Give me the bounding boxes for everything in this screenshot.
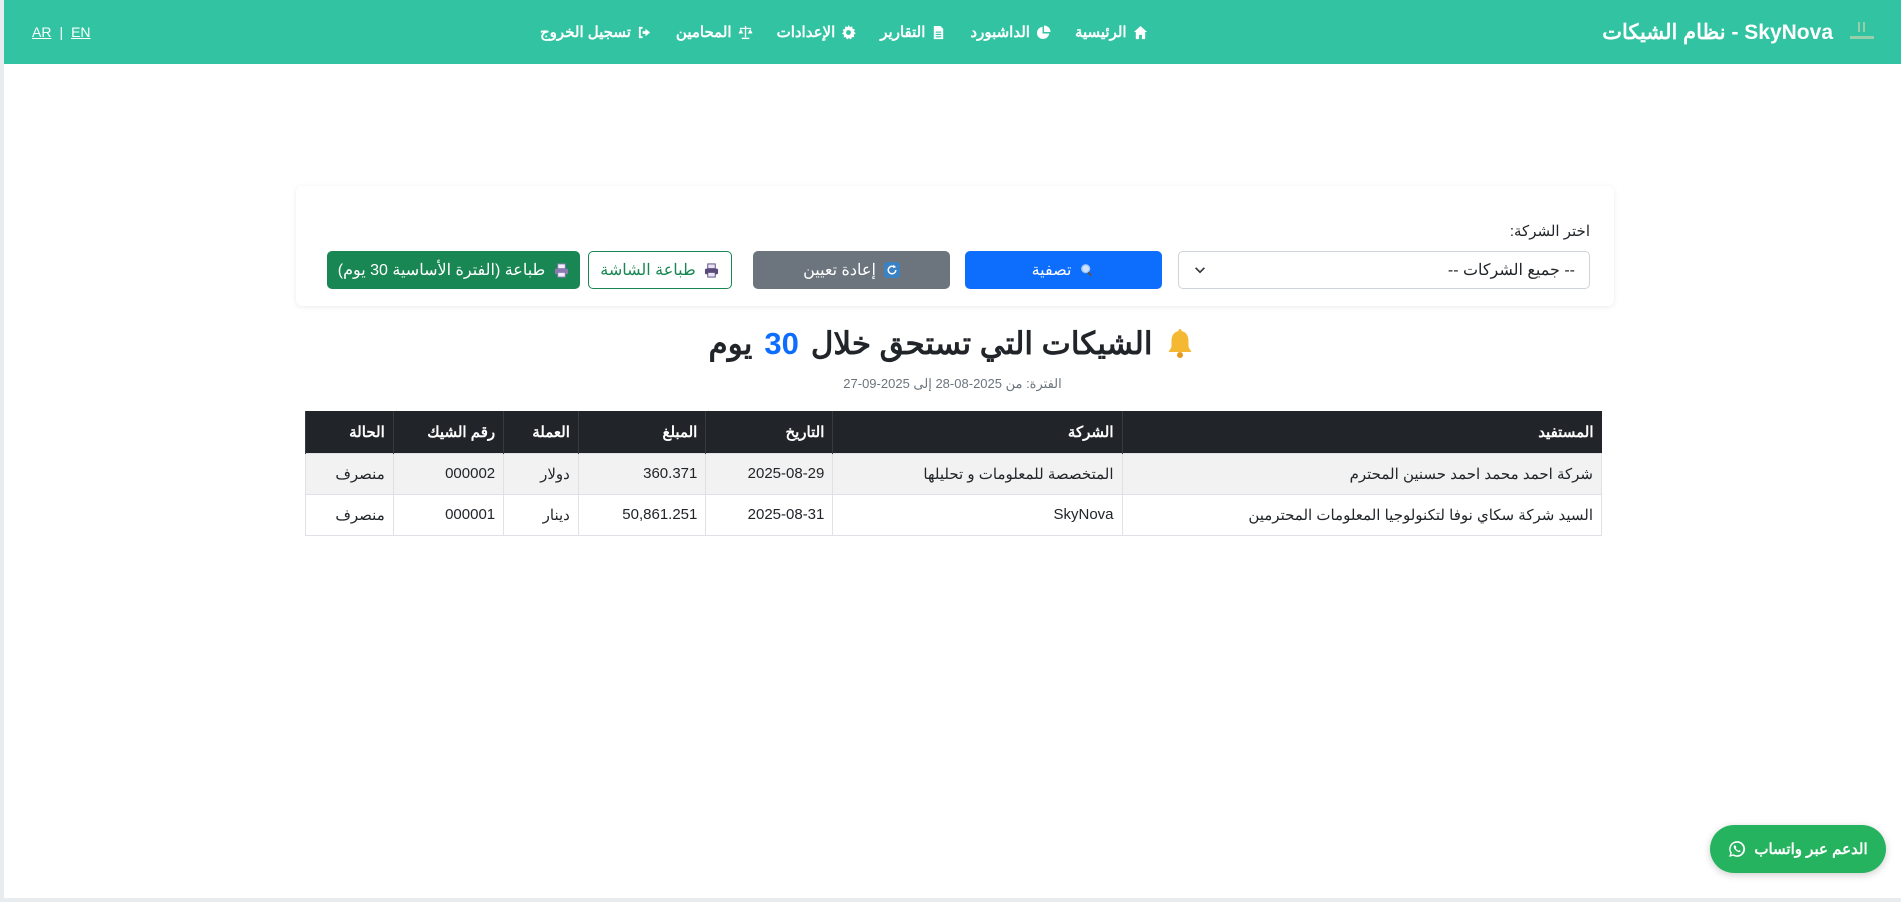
cell-status: منصرف bbox=[305, 452, 394, 495]
pie-chart-icon bbox=[1036, 24, 1051, 39]
header-company: الشركة bbox=[832, 411, 1123, 453]
print-screen-label: طباعة الشاشة bbox=[600, 262, 696, 279]
cell-company: SkyNova bbox=[832, 493, 1123, 536]
print-base-label: طباعة (الفترة الأساسية 30 يوم) bbox=[337, 262, 546, 279]
cell-date: 2025-08-31 bbox=[705, 493, 834, 536]
cell-amount: 360.371 bbox=[577, 452, 707, 495]
home-icon bbox=[1133, 25, 1147, 39]
brand-logo-icon bbox=[1845, 17, 1879, 47]
header-amount: المبلغ bbox=[577, 411, 706, 453]
cell-beneficiary: السيد شركة سكاي نوفا لتكنولوجيا المعلوما… bbox=[1121, 493, 1603, 536]
nav-home[interactable]: الرئيسية bbox=[1075, 23, 1148, 41]
company-select[interactable]: -- جميع الشركات -- bbox=[1178, 251, 1590, 289]
whatsapp-support-label: الدعم عبر واتساب bbox=[1754, 841, 1868, 858]
table-row[interactable]: شركة احمد محمد احمد حسنين المحترم المتخص… bbox=[305, 452, 1603, 495]
header-beneficiary: المستفيد bbox=[1121, 411, 1602, 453]
checks-table-wrapper: المستفيد الشركة التاريخ المبلغ العملة رق… bbox=[305, 411, 1603, 536]
table-row[interactable]: السيد شركة سكاي نوفا لتكنولوجيا المعلوما… bbox=[305, 493, 1603, 536]
filter-button[interactable]: تصفية bbox=[965, 251, 1162, 289]
whatsapp-icon bbox=[1729, 841, 1746, 857]
header-check-number: رقم الشيك bbox=[392, 411, 504, 453]
nav-settings[interactable]: الإعدادات bbox=[777, 23, 857, 41]
lang-ar-link[interactable]: AR bbox=[32, 24, 51, 40]
nav-settings-label: الإعدادات bbox=[776, 24, 836, 41]
table-header-row: المستفيد الشركة التاريخ المبلغ العملة رق… bbox=[305, 411, 1602, 453]
header-status: الحالة bbox=[305, 411, 394, 453]
header-currency: العملة bbox=[503, 411, 579, 453]
cell-currency: دولار bbox=[503, 452, 579, 495]
brand[interactable]: SkyNova - نظام الشيكات bbox=[1602, 0, 1879, 64]
filter-button-label: تصفية bbox=[1031, 262, 1072, 279]
logout-icon bbox=[638, 26, 651, 38]
cell-amount: 50,861.251 bbox=[577, 493, 707, 536]
cell-check-number: 000001 bbox=[392, 493, 505, 536]
print-screen-button[interactable]: طباعة الشاشة bbox=[588, 251, 732, 289]
cell-currency: دينار bbox=[503, 493, 579, 536]
top-navbar: SkyNova - نظام الشيكات الرئيسية الداشبور… bbox=[4, 0, 1901, 64]
lang-en-link[interactable]: EN bbox=[71, 24, 90, 40]
refresh-icon bbox=[883, 262, 900, 278]
cell-company: المتخصصة للمعلومات و تحليلها bbox=[832, 452, 1123, 495]
nav-reports-label: التقارير bbox=[880, 24, 926, 41]
brand-title: SkyNova - نظام الشيكات bbox=[1602, 20, 1833, 44]
cell-status: منصرف bbox=[305, 493, 394, 536]
language-switcher: AR | EN bbox=[32, 0, 91, 64]
reset-button-label: إعادة تعيين bbox=[803, 262, 876, 279]
title-prefix: الشيكات التي تستحق خلال bbox=[810, 326, 1153, 361]
nav-dashboard-label: الداشبورد bbox=[970, 24, 1030, 41]
title-days: 30 bbox=[764, 326, 799, 361]
nav-logout-label: تسجيل الخروج bbox=[540, 24, 631, 41]
page-title: الشيكات التي تستحق خلال 30 يوم bbox=[4, 326, 1901, 362]
cell-date: 2025-08-29 bbox=[705, 452, 834, 495]
bell-icon bbox=[1168, 329, 1192, 358]
company-label: اختر الشركة: bbox=[1509, 223, 1590, 240]
checks-table: المستفيد الشركة التاريخ المبلغ العملة رق… bbox=[305, 411, 1603, 536]
filter-card: اختر الشركة: -- جميع الشركات -- تصفية إع… bbox=[296, 186, 1614, 306]
cell-beneficiary: شركة احمد محمد احمد حسنين المحترم bbox=[1121, 452, 1603, 495]
printer-icon bbox=[704, 262, 720, 278]
lang-separator: | bbox=[59, 24, 64, 40]
whatsapp-support-button[interactable]: الدعم عبر واتساب bbox=[1710, 825, 1886, 873]
period-text: الفترة: من 2025-08-28 إلى 2025-09-27 bbox=[843, 376, 1062, 391]
nav-reports[interactable]: التقارير bbox=[880, 23, 946, 41]
gear-icon bbox=[842, 24, 857, 39]
nav-lawyers[interactable]: المحامين bbox=[676, 23, 753, 41]
title-suffix: يوم bbox=[708, 326, 753, 361]
page-frame: SkyNova - نظام الشيكات الرئيسية الداشبور… bbox=[4, 0, 1901, 898]
company-select-value: -- جميع الشركات -- bbox=[1447, 262, 1575, 279]
nav-dashboard[interactable]: الداشبورد bbox=[970, 23, 1051, 41]
cell-check-number: 000002 bbox=[392, 452, 505, 495]
nav-home-label: الرئيسية bbox=[1074, 24, 1127, 41]
document-icon bbox=[934, 25, 944, 39]
scales-icon bbox=[738, 25, 753, 39]
nav-lawyers-label: المحامين bbox=[675, 24, 732, 41]
chevron-down-icon bbox=[1195, 267, 1205, 274]
printer-icon bbox=[553, 262, 569, 278]
nav-links: الرئيسية الداشبورد التقارير الإعدادات ال… bbox=[540, 0, 1148, 64]
nav-logout[interactable]: تسجيل الخروج bbox=[540, 23, 652, 41]
header-date: التاريخ bbox=[705, 411, 833, 453]
print-base-period-button[interactable]: طباعة (الفترة الأساسية 30 يوم) bbox=[327, 251, 580, 289]
magnifier-icon bbox=[1079, 262, 1095, 278]
reset-button[interactable]: إعادة تعيين bbox=[753, 251, 950, 289]
